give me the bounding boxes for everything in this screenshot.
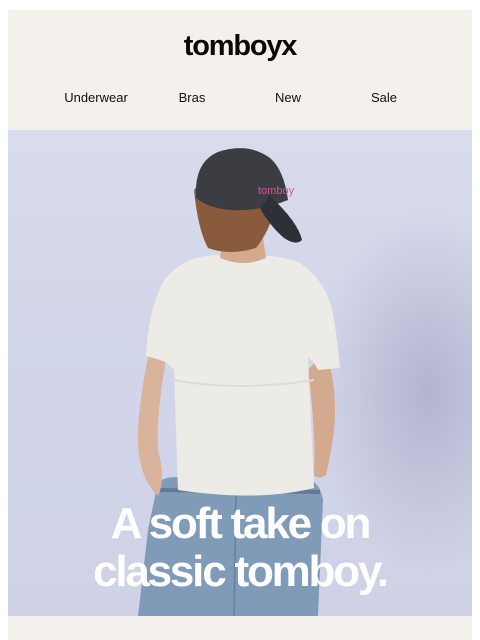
- cap-logo: tomboy: [258, 185, 295, 197]
- email-container: tomboyx Underwear Bras New Sale tomboy A…: [8, 10, 472, 640]
- header: tomboyx Underwear Bras New Sale: [8, 10, 472, 130]
- nav-item-sale[interactable]: Sale: [336, 88, 432, 108]
- brand-logo[interactable]: tomboyx: [8, 28, 472, 64]
- hero-headline: A soft take on classic tomboy.: [8, 500, 472, 596]
- hero-headline-line2: classic tomboy.: [93, 547, 389, 596]
- nav-item-bras[interactable]: Bras: [144, 88, 240, 108]
- hero-banner[interactable]: tomboy A soft take on classic tomboy.: [8, 130, 472, 616]
- main-nav: Underwear Bras New Sale: [8, 88, 472, 108]
- footer-strip: [8, 616, 472, 640]
- nav-item-new[interactable]: New: [240, 88, 336, 108]
- hero-headline-line1: A soft take on: [110, 499, 372, 548]
- nav-item-underwear[interactable]: Underwear: [48, 88, 144, 108]
